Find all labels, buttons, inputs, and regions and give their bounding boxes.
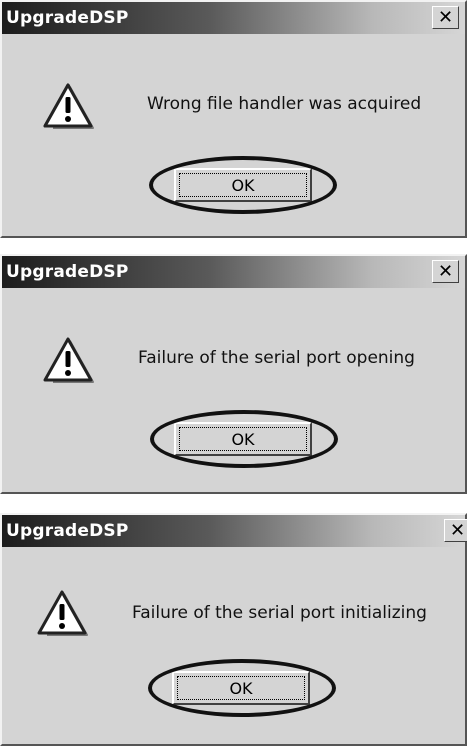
close-button[interactable]: ✕ <box>444 519 467 542</box>
error-dialog-3: UpgradeDSP ✕ Failure of the serial port … <box>0 513 467 746</box>
title-bar[interactable]: UpgradeDSP ✕ <box>2 256 465 288</box>
error-message: Failure of the serial port opening <box>138 348 415 368</box>
error-dialog-1: UpgradeDSP ✕ Wrong file handler was acqu… <box>0 0 467 238</box>
close-button[interactable]: ✕ <box>432 260 459 283</box>
warning-triangle-icon <box>43 83 94 129</box>
close-button[interactable]: ✕ <box>432 6 459 29</box>
dialog-title: UpgradeDSP <box>6 262 129 282</box>
title-bar[interactable]: UpgradeDSP ✕ <box>2 2 465 34</box>
ok-button-label: OK <box>177 676 305 700</box>
ok-button[interactable]: OK <box>174 422 312 456</box>
ok-button[interactable]: OK <box>174 168 312 202</box>
dialog-title: UpgradeDSP <box>6 8 129 28</box>
error-message: Wrong file handler was acquired <box>147 94 422 114</box>
close-icon: ✕ <box>449 520 466 541</box>
error-dialog-2: UpgradeDSP ✕ Failure of the serial port … <box>0 254 467 494</box>
close-icon: ✕ <box>437 261 454 282</box>
warning-triangle-icon <box>43 337 94 383</box>
error-message: Failure of the serial port initializing <box>132 603 427 623</box>
ok-button-label: OK <box>179 427 307 451</box>
title-bar[interactable]: UpgradeDSP ✕ <box>2 515 467 547</box>
close-icon: ✕ <box>437 7 454 28</box>
ok-button-label: OK <box>179 173 307 197</box>
ok-button[interactable]: OK <box>172 671 310 705</box>
dialog-title: UpgradeDSP <box>6 521 129 541</box>
warning-triangle-icon <box>37 590 88 636</box>
